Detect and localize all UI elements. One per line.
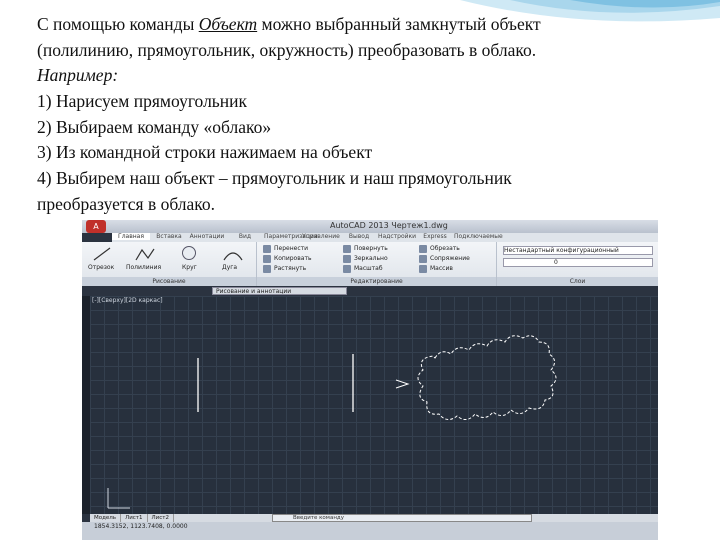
arc-tool-label[interactable]: Дуга [222,264,237,271]
selection-cursor-icon [395,379,410,389]
copy-tool[interactable]: Копировать [274,255,311,262]
ribbon: Отрезок Полилиния Круг Дуга Рисование Пе… [82,242,658,286]
scale-tool[interactable]: Масштаб [354,265,383,272]
layers-panel-label: Слои [497,277,658,286]
workspace-bar: Рисование и аннотации [82,286,658,296]
tab-addins[interactable]: Надстройки [378,233,416,240]
array-icon [419,265,427,273]
trim-tool[interactable]: Обрезать [430,245,460,252]
tab-view[interactable]: Вид [226,233,264,240]
stretch-icon [263,265,271,273]
line-tool-icon[interactable] [92,246,112,262]
layout-tab-model[interactable]: Модель [90,514,122,522]
step-4: 4) Выбирем наш объект – прямоугольник и … [37,168,512,189]
move-tool[interactable]: Перенести [274,245,308,252]
last-line: преобразуется в облако. [37,193,216,214]
polyline-tool-label[interactable]: Полилиния [126,264,161,271]
arc-tool-icon[interactable] [222,246,244,262]
tab-home[interactable]: Главная [112,233,150,240]
status-bar: 1854.3152, 1123.7408, 0.0000 [82,522,658,540]
rotate-tool[interactable]: Повернуть [354,245,388,252]
command-line[interactable]: Введите команду [272,514,532,522]
step-2: 2) Выбираем команду «облако» [37,116,272,137]
array-tool[interactable]: Массив [430,265,453,272]
drawing-canvas[interactable]: [-][Сверху][2D каркас] [90,296,658,514]
tab-parametric[interactable]: Параметризация [264,233,318,240]
workspace-dropdown[interactable]: Рисование и аннотации [212,287,347,295]
left-strip [82,296,90,514]
polyline-tool-icon[interactable] [134,246,156,262]
move-icon [263,245,271,253]
layers-panel: Нестандартный конфигурационный 0 Слои [497,242,658,286]
layout-tab-sheet1[interactable]: Лист1 [121,514,148,522]
tab-manage[interactable]: Управление [302,233,340,240]
modify-panel: Перенести Повернуть Обрезать Копировать … [257,242,497,286]
application-button[interactable]: A [86,220,106,233]
layout-tab-sheet2[interactable]: Лист2 [148,514,174,522]
rotate-icon [343,245,351,253]
draw-panel-label: Рисование [82,277,256,286]
tab-plugins[interactable]: Подключаемые [454,233,503,240]
tab-insert[interactable]: Вставка [150,233,188,240]
slide-text: С помощью команды Объект можно выбранный… [37,12,677,218]
draw-panel: Отрезок Полилиния Круг Дуга Рисование [82,242,257,286]
tab-output[interactable]: Вывод [340,233,378,240]
line-tool-label[interactable]: Отрезок [88,264,114,271]
stretch-tool[interactable]: Растянуть [274,265,306,272]
tab-express[interactable]: Express [416,233,454,240]
title-bar: A AutoCAD 2013 Чертеж1.dwg [82,220,658,233]
mirror-icon [343,255,351,263]
intro-line-1: С помощью команды Объект можно выбранный… [37,14,541,34]
revision-cloud [417,335,557,420]
example-label: Например: [37,65,119,86]
command-name: Объект [198,14,258,34]
tab-annotate[interactable]: Аннотации [188,233,226,240]
modify-panel-label: Редактирование [257,277,496,286]
step-3: 3) Из командной строки нажимаем на объек… [37,142,373,163]
mirror-tool[interactable]: Зеркально [354,255,388,262]
layer-properties-dropdown[interactable]: Нестандартный конфигурационный [503,246,653,255]
trim-icon [419,245,427,253]
fillet-icon [419,255,427,263]
intro-line-2: (полилинию, прямоугольник, окружность) п… [37,39,537,60]
fillet-tool[interactable]: Сопряжение [430,255,470,262]
copy-icon [263,255,271,263]
circle-tool-icon[interactable] [182,246,196,260]
drawing-svg [107,335,557,509]
step-1: 1) Нарисуем прямоугольник [37,91,248,112]
ucs-axis-icon [107,488,130,509]
circle-tool-label[interactable]: Круг [182,264,197,271]
scale-icon [343,265,351,273]
autocad-screenshot: A AutoCAD 2013 Чертеж1.dwg Главная Вставк… [82,220,658,540]
window-title: AutoCAD 2013 Чертеж1.dwg [330,221,448,230]
current-layer-dropdown[interactable]: 0 [503,258,653,267]
ribbon-tabs: Главная Вставка Аннотации Вид Параметризация… [112,233,658,242]
